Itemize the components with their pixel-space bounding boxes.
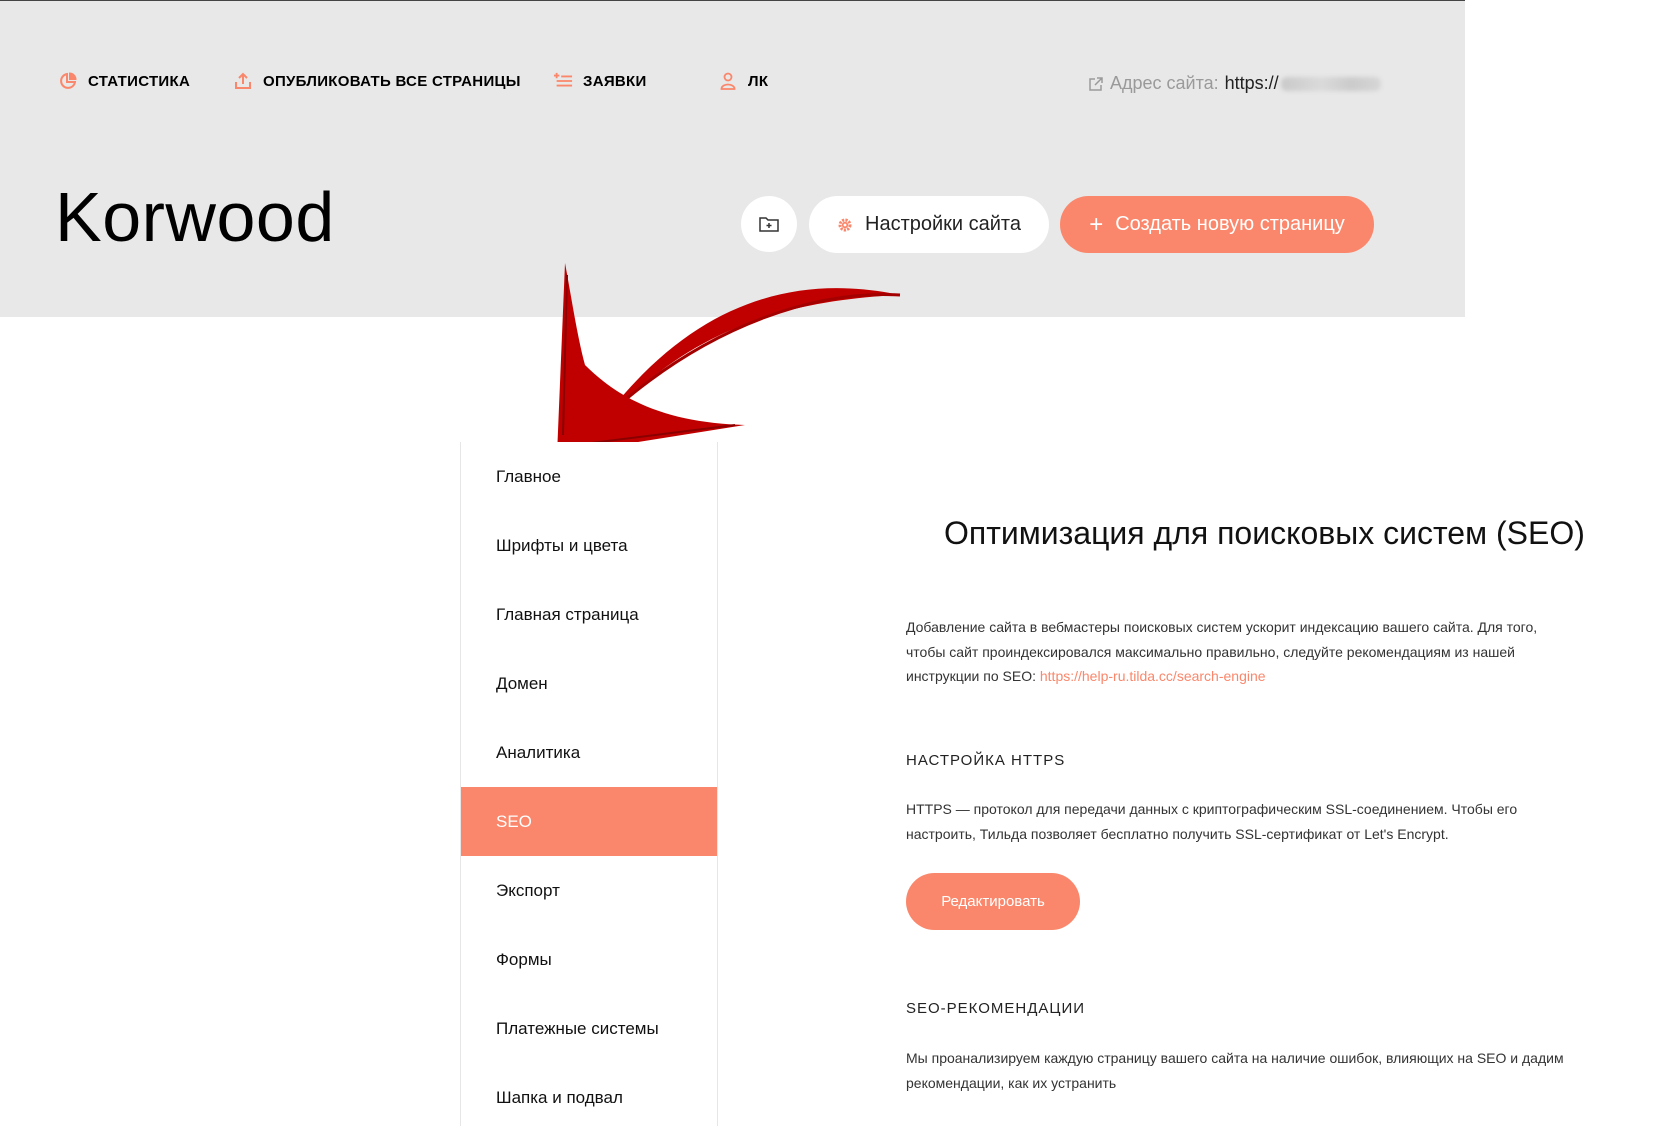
sidebar-item-label: Домен <box>496 673 548 693</box>
sidebar-item-header-footer[interactable]: Шапка и подвал <box>461 1063 717 1132</box>
sidebar-item-label: Аналитика <box>496 742 581 762</box>
site-address: Адрес сайта: https:// <box>1088 73 1381 94</box>
sidebar-item-forms[interactable]: Формы <box>461 925 717 994</box>
sidebar-item-label: Экспорт <box>496 880 560 900</box>
nav-leads[interactable]: ЗАЯВКИ <box>553 71 647 91</box>
create-page-label: Создать новую страницу <box>1115 213 1345 235</box>
settings-sidebar: Главное Шрифты и цвета Главная страница … <box>460 442 718 1126</box>
folder-plus-icon <box>759 217 779 232</box>
https-description: HTTPS — протокол для передачи данных с к… <box>906 801 1518 842</box>
sidebar-item-fonts-colors[interactable]: Шрифты и цвета <box>461 511 717 580</box>
sidebar-item-main[interactable]: Главное <box>461 442 717 511</box>
site-address-label: Адрес сайта: <box>1110 73 1219 93</box>
sidebar-item-analytics[interactable]: Аналитика <box>461 718 717 787</box>
sidebar-item-export[interactable]: Экспорт <box>461 856 717 925</box>
external-link-icon <box>1089 76 1103 91</box>
nav-leads-label: ЗАЯВКИ <box>583 72 647 90</box>
red-arrow-annotation <box>557 263 901 455</box>
upload-icon <box>235 72 251 89</box>
move-to-folder-button[interactable] <box>741 196 797 252</box>
site-title: Korwood <box>55 178 335 256</box>
site-settings-label: Настройки сайта <box>865 213 1021 235</box>
pie-chart-icon <box>60 72 77 89</box>
sidebar-item-label: Платежные системы <box>496 1018 659 1038</box>
https-section-heading: НАСТРОЙКА HTTPS <box>906 752 1066 769</box>
site-settings-button[interactable]: Настройки сайта <box>809 196 1049 253</box>
create-page-button[interactable]: + Создать новую страницу <box>1060 196 1374 253</box>
nav-publish-all[interactable]: ОПУБЛИКОВАТЬ ВСЕ СТРАНИЦЫ <box>233 71 521 91</box>
nav-stats-label: СТАТИСТИКА <box>88 72 191 90</box>
sidebar-item-home-page[interactable]: Главная страница <box>461 580 717 649</box>
nav-account-label: ЛК <box>748 72 769 90</box>
sidebar-item-label: Шрифты и цвета <box>496 535 628 555</box>
sidebar-item-label: Главное <box>496 466 561 486</box>
nav-publish-label: ОПУБЛИКОВАТЬ ВСЕ СТРАНИЦЫ <box>263 72 521 90</box>
nav-stats[interactable]: СТАТИСТИКА <box>58 71 190 91</box>
edit-https-button[interactable]: Редактировать <box>906 873 1080 930</box>
seo-recommendations-text: Мы проанализируем каждую страницу вашего… <box>906 1050 1564 1091</box>
sidebar-item-label: Формы <box>496 949 552 969</box>
sidebar-item-label: Шапка и подвал <box>496 1087 623 1107</box>
sidebar-item-payments[interactable]: Платежные системы <box>461 994 717 1063</box>
site-address-url[interactable]: https:// <box>1225 73 1279 94</box>
nav-account[interactable]: ЛК <box>718 71 768 91</box>
sidebar-item-domain[interactable]: Домен <box>461 649 717 718</box>
user-icon <box>720 72 736 90</box>
seo-guide-link[interactable]: https://help-ru.tilda.cc/search-engine <box>1040 668 1266 684</box>
seo-intro-text: Добавление сайта в вебмастеры поисковых … <box>906 615 1566 689</box>
sidebar-item-label: SEO <box>496 811 532 831</box>
plus-icon: + <box>1089 210 1104 238</box>
sidebar-item-seo[interactable]: SEO <box>461 787 717 856</box>
seo-recommendations-heading: SEO-РЕКОМЕНДАЦИИ <box>906 1000 1086 1017</box>
blurred-domain <box>1280 76 1381 91</box>
list-add-icon <box>553 72 573 87</box>
gear-icon <box>838 218 852 231</box>
page-title: Оптимизация для поисковых систем (SEO) <box>944 515 1585 551</box>
sidebar-item-label: Главная страница <box>496 604 639 624</box>
